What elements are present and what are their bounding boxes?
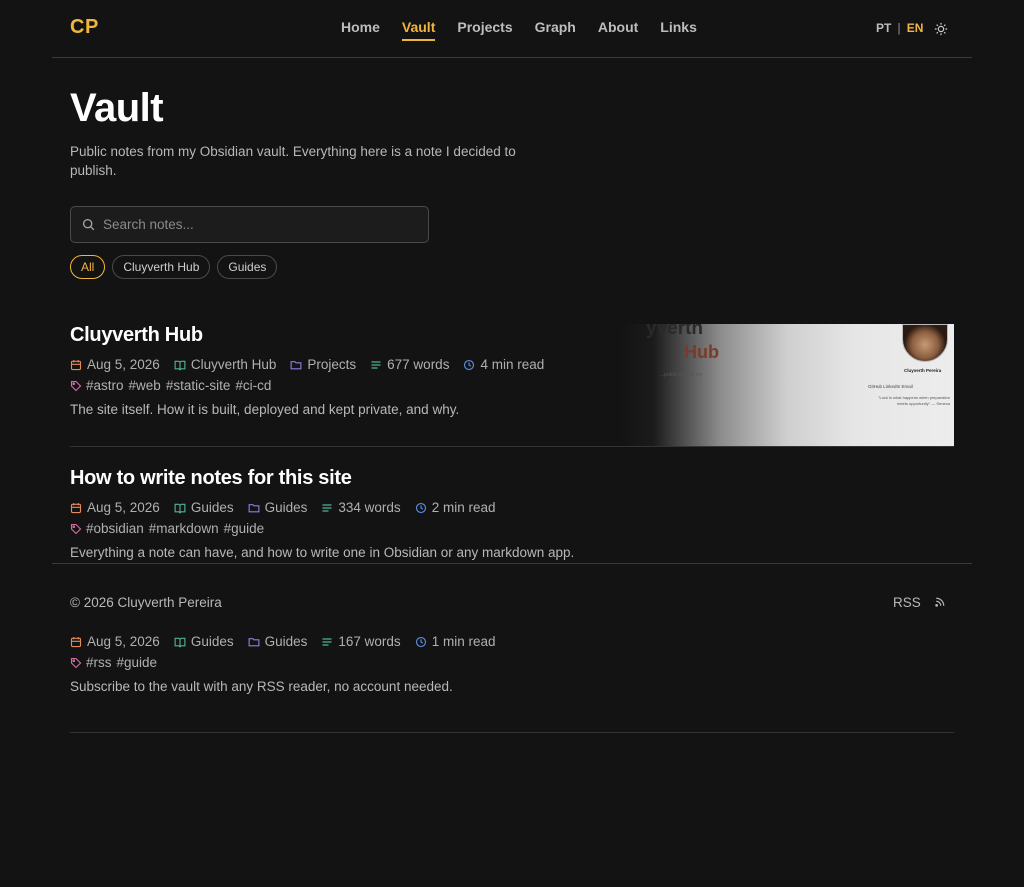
tag-icon (70, 523, 82, 534)
note-words: 334 words (338, 500, 401, 515)
calendar-icon (70, 636, 82, 647)
tag-icon (70, 657, 82, 668)
note-tag[interactable]: #markdown (149, 521, 219, 536)
note-tag[interactable]: #guide (117, 655, 158, 670)
note-tags: #obsidian #markdown #guide (70, 521, 954, 536)
note-tag[interactable]: #web (129, 378, 161, 393)
note-meta: Aug 5, 2026 Guides Guides 167 words 1 mi… (70, 634, 954, 649)
note-read-time: 4 min read (480, 357, 545, 372)
thumbnail-quote: "Luck is what happens when preparation m… (878, 395, 950, 406)
tag-icon (70, 380, 82, 391)
note-thumbnail[interactable]: yverth Hub ...public slice of my Cluyver… (620, 324, 954, 446)
clock-icon (464, 359, 475, 370)
note-date: Aug 5, 2026 (87, 357, 160, 372)
note-read-time: 2 min read (431, 500, 496, 515)
note-folder[interactable]: Guides (265, 634, 308, 649)
folder-icon (248, 637, 260, 646)
lines-icon (322, 637, 332, 646)
book-icon (174, 503, 186, 514)
thumbnail-title-line2: Hub (684, 342, 719, 362)
note-collection[interactable]: Guides (191, 500, 234, 515)
note-words: 677 words (387, 357, 450, 372)
note-tags: #rss #guide (70, 655, 954, 670)
note-tag[interactable]: #rss (86, 655, 112, 670)
thumbnail-name: Cluyverth Pereira (904, 368, 942, 373)
note-tag[interactable]: #astro (86, 378, 124, 393)
avatar (902, 324, 948, 362)
folder-icon (248, 503, 260, 512)
note-collection[interactable]: Cluyverth Hub (191, 357, 277, 372)
rss-icon[interactable] (934, 596, 946, 608)
note-tag[interactable]: #ci-cd (235, 378, 271, 393)
footer-copyright: © 2026 Cluyverth Pereira (70, 595, 222, 610)
lines-icon (322, 503, 332, 512)
calendar-icon (70, 502, 82, 513)
book-icon (174, 637, 186, 648)
folder-icon (290, 360, 302, 369)
clock-icon (415, 502, 426, 513)
note-folder[interactable]: Projects (307, 357, 356, 372)
note-collection[interactable]: Guides (191, 634, 234, 649)
thumbnail-links: GitHub LinkedIn Email (868, 384, 913, 389)
note-date: Aug 5, 2026 (87, 634, 160, 649)
note-description: Everything a note can have, and how to w… (70, 545, 575, 560)
notes-list-viewport: Cluyverth Hub Aug 5, 2026 Cluyverth Hub … (0, 0, 1024, 563)
note-tag[interactable]: #guide (224, 521, 265, 536)
note-divider (70, 732, 954, 733)
thumbnail-subtitle: ...public slice of my (660, 372, 703, 378)
note-title[interactable]: How to write notes for this site (70, 467, 954, 490)
clock-icon (415, 636, 426, 647)
lines-icon (371, 360, 381, 369)
note-tag[interactable]: #static-site (166, 378, 231, 393)
note-tag[interactable]: #obsidian (86, 521, 144, 536)
book-icon (174, 360, 186, 371)
list-item[interactable]: Aug 5, 2026 Guides Guides 167 words 1 mi… (70, 634, 954, 694)
note-folder[interactable]: Guides (265, 500, 308, 515)
note-meta: Aug 5, 2026 Guides Guides 334 words 2 mi… (70, 500, 954, 515)
note-words: 167 words (338, 634, 401, 649)
rss-link[interactable]: RSS (893, 595, 921, 610)
list-item[interactable]: How to write notes for this site Aug 5, … (70, 467, 954, 560)
note-date: Aug 5, 2026 (87, 500, 160, 515)
note-divider (70, 446, 954, 447)
note-description: Subscribe to the vault with any RSS read… (70, 679, 453, 694)
calendar-icon (70, 359, 82, 370)
thumbnail-title-line1: yverth (646, 324, 704, 339)
note-read-time: 1 min read (431, 634, 496, 649)
